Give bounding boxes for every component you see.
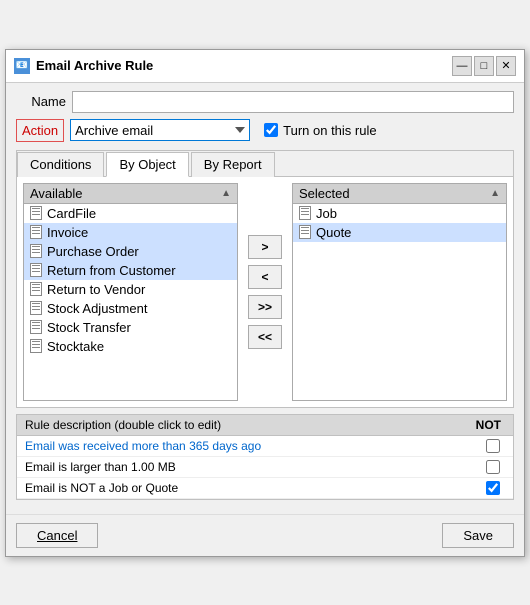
- doc-icon: [30, 339, 42, 353]
- title-bar: 📧 Email Archive Rule — □ ✕: [6, 50, 524, 83]
- doc-icon: [30, 301, 42, 315]
- available-item-stocktake: Stocktake: [47, 339, 104, 354]
- selected-list-panel: Selected ▲ Job Quote: [292, 183, 507, 401]
- rule-row[interactable]: Email was received more than 365 days ag…: [17, 436, 513, 457]
- close-button[interactable]: ✕: [496, 56, 516, 76]
- rule-label-0: Email was received more than 365 days ag…: [25, 439, 261, 453]
- tab-conditions[interactable]: Conditions: [17, 152, 104, 177]
- window-title: Email Archive Rule: [36, 58, 153, 73]
- selected-item-job: Job: [316, 206, 337, 221]
- window-controls: — □ ✕: [452, 56, 516, 76]
- transfer-buttons: > < >> <<: [244, 183, 286, 401]
- turn-on-row: Turn on this rule: [264, 123, 376, 138]
- list-item[interactable]: Stocktake: [24, 337, 237, 356]
- cancel-label: Cancel: [37, 528, 77, 543]
- list-item[interactable]: Return to Vendor: [24, 280, 237, 299]
- title-bar-left: 📧 Email Archive Rule: [14, 58, 153, 74]
- rule-row[interactable]: Email is NOT a Job or Quote: [17, 478, 513, 499]
- available-list-header: Available ▲: [23, 183, 238, 203]
- tab-bar: Conditions By Object By Report: [17, 151, 513, 177]
- available-sort-icon: ▲: [221, 188, 231, 199]
- list-item[interactable]: Stock Transfer: [24, 318, 237, 337]
- selected-header-label: Selected: [299, 186, 350, 201]
- rule-not-checkbox-0[interactable]: [486, 439, 500, 453]
- doc-icon: [299, 206, 311, 220]
- minimize-button[interactable]: —: [452, 56, 472, 76]
- doc-icon: [30, 244, 42, 258]
- list-item[interactable]: Return from Customer: [24, 261, 237, 280]
- rule-not-checkbox-1[interactable]: [486, 460, 500, 474]
- list-item[interactable]: CardFile: [24, 204, 237, 223]
- action-label-box: Action: [16, 119, 64, 142]
- available-item-cardfile: CardFile: [47, 206, 96, 221]
- rule-not-cell-0: [481, 439, 505, 453]
- email-archive-rule-window: 📧 Email Archive Rule — □ ✕ Name Action A…: [5, 49, 525, 557]
- tab-by-object[interactable]: By Object: [106, 152, 188, 177]
- move-all-left-button[interactable]: <<: [248, 325, 282, 349]
- available-item-invoice: Invoice: [47, 225, 88, 240]
- maximize-button[interactable]: □: [474, 56, 494, 76]
- doc-icon: [30, 263, 42, 277]
- action-select[interactable]: Archive email: [70, 119, 250, 141]
- rule-not-cell-2: [481, 481, 505, 495]
- move-left-button[interactable]: <: [248, 265, 282, 289]
- move-all-right-button[interactable]: >>: [248, 295, 282, 319]
- window-icon: 📧: [14, 58, 30, 74]
- not-header-label: NOT: [476, 418, 501, 432]
- tabs-section: Conditions By Object By Report Available…: [16, 150, 514, 408]
- doc-icon: [30, 225, 42, 239]
- move-right-button[interactable]: >: [248, 235, 282, 259]
- list-item[interactable]: Job: [293, 204, 506, 223]
- rules-section: Rule description (double click to edit) …: [16, 414, 514, 500]
- cancel-button[interactable]: Cancel: [16, 523, 98, 548]
- available-list-box[interactable]: CardFile Invoice Purchase Order Ret: [23, 203, 238, 401]
- selected-list-box[interactable]: Job Quote: [292, 203, 507, 401]
- doc-icon: [299, 225, 311, 239]
- footer: Cancel Save: [6, 514, 524, 556]
- selected-sort-icon: ▲: [490, 188, 500, 199]
- main-content: Name Action Archive email Turn on this r…: [6, 83, 524, 508]
- action-label: Action: [22, 123, 58, 138]
- name-row: Name: [16, 91, 514, 113]
- rule-not-checkbox-2[interactable]: [486, 481, 500, 495]
- available-item-stock-adj: Stock Adjustment: [47, 301, 147, 316]
- doc-icon: [30, 282, 42, 296]
- selected-list-header: Selected ▲: [292, 183, 507, 203]
- rule-not-cell-1: [481, 460, 505, 474]
- tab-content: Available ▲ CardFile Invoice: [17, 177, 513, 407]
- available-item-stock-transfer: Stock Transfer: [47, 320, 131, 335]
- selected-item-quote: Quote: [316, 225, 351, 240]
- rule-label-2: Email is NOT a Job or Quote: [25, 481, 178, 495]
- list-item[interactable]: Invoice: [24, 223, 237, 242]
- turn-on-label: Turn on this rule: [283, 123, 376, 138]
- doc-icon: [30, 320, 42, 334]
- rules-header-label: Rule description (double click to edit): [25, 418, 221, 432]
- list-item[interactable]: Quote: [293, 223, 506, 242]
- available-item-purchase-order: Purchase Order: [47, 244, 139, 259]
- name-label: Name: [16, 94, 66, 109]
- list-item[interactable]: Purchase Order: [24, 242, 237, 261]
- available-item-return-customer: Return from Customer: [47, 263, 176, 278]
- available-item-return-vendor: Return to Vendor: [47, 282, 145, 297]
- name-input[interactable]: [72, 91, 514, 113]
- list-item[interactable]: Stock Adjustment: [24, 299, 237, 318]
- rule-label-1: Email is larger than 1.00 MB: [25, 460, 176, 474]
- save-button[interactable]: Save: [442, 523, 514, 548]
- doc-icon: [30, 206, 42, 220]
- rules-header: Rule description (double click to edit) …: [17, 415, 513, 436]
- tab-by-report[interactable]: By Report: [191, 152, 275, 177]
- turn-on-checkbox[interactable]: [264, 123, 278, 137]
- available-list-panel: Available ▲ CardFile Invoice: [23, 183, 238, 401]
- available-header-label: Available: [30, 186, 83, 201]
- rule-row[interactable]: Email is larger than 1.00 MB: [17, 457, 513, 478]
- action-row: Action Archive email Turn on this rule: [16, 119, 514, 142]
